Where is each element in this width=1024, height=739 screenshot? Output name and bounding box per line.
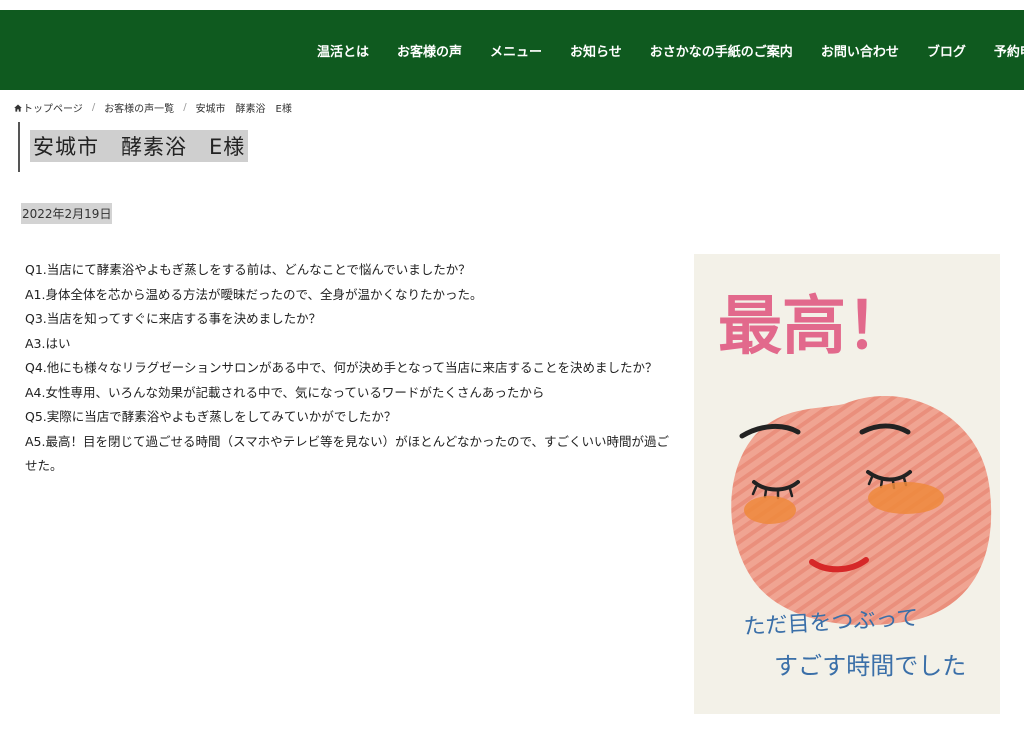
- nav-item-contact[interactable]: お問い合わせ: [821, 41, 899, 60]
- top-strip: [0, 0, 1024, 10]
- drawing-canvas: 最高！ ただ目をつぶって すごす時間でした: [694, 254, 1000, 714]
- question-1: Q1.当店にて酵素浴やよもぎ蒸しをする前は、どんなことで悩んでいましたか？: [25, 262, 471, 277]
- customer-drawing: 最高！ ただ目をつぶって すごす時間でした: [694, 254, 1000, 714]
- breadcrumb-separator: /: [91, 102, 96, 113]
- answer-4: A4.女性専用、いろんな効果が記載される中で、気になっているワードがたくさんあっ…: [25, 384, 545, 400]
- nav-item-voices[interactable]: お客様の声: [397, 41, 462, 60]
- breadcrumb-home-link[interactable]: トップページ: [23, 100, 83, 115]
- post-date: 2022年2月19日: [21, 203, 113, 224]
- breadcrumb: トップページ / お客様の声一覧 / 安城市 酵素浴 E様: [14, 100, 292, 115]
- headline-text: 最高！: [718, 290, 910, 364]
- qa-content: Q1.当店にて酵素浴やよもぎ蒸しをする前は、どんなことで悩んでいましたか？ A1…: [25, 258, 673, 479]
- left-cheek: [744, 496, 796, 524]
- home-icon: [14, 104, 22, 112]
- breadcrumb-current: 安城市 酵素浴 E様: [195, 104, 292, 115]
- answer-5: A5.最高！目を閉じて過ごせる時間（スマホやテレビ等を見ない）がほとんどなかった…: [25, 433, 669, 474]
- answer-3: A3.はい: [25, 335, 71, 351]
- breadcrumb-list-link[interactable]: お客様の声一覧: [104, 100, 174, 115]
- question-4: Q4.他にも様々なリラグゼーションサロンがある中で、何が決め手となって当店に来店…: [25, 360, 658, 375]
- nav-item-blog[interactable]: ブログ: [927, 41, 966, 60]
- nav-item-reservation[interactable]: 予約申込: [994, 41, 1024, 60]
- nav-item-letter[interactable]: おさかなの手紙のご案内: [650, 41, 793, 60]
- right-cheek: [868, 482, 944, 514]
- question-3: Q3.当店を知ってすぐに来店する事を決めましたか？: [25, 311, 322, 326]
- nav-item-onkatsu[interactable]: 温活とは: [317, 41, 369, 60]
- question-5: Q5.実際に当店で酵素浴やよもぎ蒸しをしてみていかがでしたか？: [25, 409, 397, 424]
- answer-1: A1.身体全体を芯から温める方法が曖昧だったので、全身が温かくなりたかった。: [25, 286, 483, 302]
- main-nav: 温活とは お客様の声 メニュー お知らせ おさかなの手紙のご案内 お問い合わせ …: [317, 10, 1024, 90]
- nav-item-news[interactable]: お知らせ: [570, 41, 622, 60]
- site-header: 温活とは お客様の声 メニュー お知らせ おさかなの手紙のご案内 お問い合わせ …: [0, 10, 1024, 90]
- title-block: 安城市 酵素浴 E様: [18, 122, 249, 172]
- handwriting-line-2: すごす時間でした: [774, 652, 966, 680]
- nav-item-menu[interactable]: メニュー: [490, 41, 542, 60]
- page-title: 安城市 酵素浴 E様: [30, 130, 249, 162]
- breadcrumb-separator: /: [183, 102, 187, 113]
